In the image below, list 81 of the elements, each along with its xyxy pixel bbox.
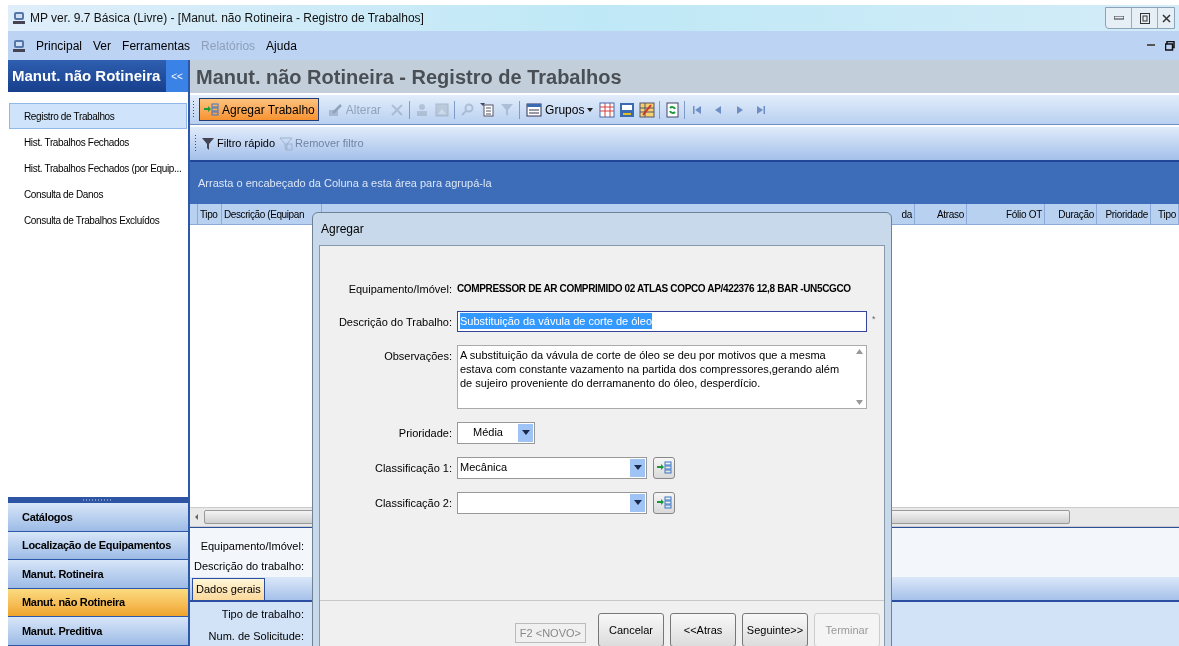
caret-icon [587,107,594,112]
collapse-button[interactable]: << [166,60,188,92]
group-hint: Arrasta o encabeçado da Coluna a esta área para agrupá-la [198,175,492,191]
nav-button[interactable]: Manut. não Rotineira [8,588,188,618]
column-header[interactable]: Tipo [1151,204,1179,224]
field-label: Prioridade: [397,425,452,441]
sidebar-item[interactable]: Consulta de Danos [9,181,187,207]
add-classification-button[interactable] [653,456,675,479]
dialog-button[interactable]: Cancelar [598,613,664,646]
nav-button[interactable]: Catálogos [8,503,188,532]
toolbar-grip [192,100,195,119]
field-label: Equipamento/Imóvel: [199,539,304,554]
caret-icon [633,500,642,505]
dropdown-field[interactable] [457,491,647,514]
caret-icon [521,430,530,435]
dialog-button[interactable]: Seguinte>> [742,613,808,646]
add-classification-button[interactable] [653,491,675,514]
dropdown-field[interactable]: Média [457,421,535,444]
menu-item[interactable]: Ver [93,36,112,55]
app-icon [12,38,26,53]
menu-item[interactable]: Ajuda [266,36,297,55]
sidebar-title: Manut. não Rotineira [11,65,162,86]
menu-item[interactable]: Ferramentas [122,36,191,55]
minimize-icon [1113,16,1124,20]
splitter-grip[interactable] [83,499,113,502]
sidebar-item[interactable]: Registro de Trabalhos [9,103,187,129]
nav-button[interactable]: Manut. Preditiva [8,617,188,646]
toolbar-grip [194,134,197,153]
page-title: Manut. não Rotineira - Registro de Trabalhos [196,64,622,90]
close-icon [1161,13,1171,23]
sidebar-item[interactable]: Consulta de Trabalhos Excluídos [9,207,187,233]
restore-icon[interactable] [1165,40,1175,51]
field-label: Observações: [383,348,452,364]
column-header[interactable]: Tipo [198,204,222,224]
required-mark: * [872,312,876,326]
field-label: Equipamento/Imóvel: [347,282,452,297]
minimize-icon[interactable] [1147,44,1155,47]
sidebar-item[interactable]: Hist. Trabalhos Fechados (por Equip... [9,155,187,181]
refresh-icon[interactable] [664,101,681,118]
column-header[interactable]: Fólio OT [967,204,1045,224]
save-grid-icon[interactable] [619,101,636,118]
scroll-down-icon[interactable] [855,399,863,405]
field-label: Classificação 1: [373,460,452,476]
remove-filter-icon [279,136,294,151]
restore-icon [1139,12,1150,24]
shortcut-hint: F2 <NOVO> [514,623,586,643]
filter-icon [201,136,215,151]
window-title: MP ver. 9.7 Básica (Livre) - [Manut. não Rotineira - Registro de Trabalhos] [30,10,424,27]
field-label: Tipo de trabalho: [220,607,304,622]
field-label: Classificação 2: [373,495,452,511]
table-icon [526,102,543,117]
column-chooser-icon[interactable] [479,101,496,118]
groups-dropdown[interactable]: Grupos [524,98,596,121]
observations-field[interactable]: A substituição da vávula de corte de óleo se deu por motivos que a mesma estava com constante vazamento na partida dos compressores,gerando além de sujeiro proveniente do derramanento do óleo, desperdício. [457,344,867,409]
menu-item[interactable]: Principal [36,36,83,55]
grid-icon[interactable] [599,101,616,118]
column-header[interactable]: Atraso [915,204,967,224]
field-label: Descrição do Trabalho: [337,314,452,330]
column-header[interactable]: da [893,204,915,224]
app-icon [12,11,26,25]
filter-button[interactable]: Filtro rápido [201,135,276,152]
tab[interactable]: Dados gerais [192,578,265,600]
column-header[interactable]: Duração [1045,204,1097,224]
edit-icon [326,102,343,117]
equipment-value: COMPRESSOR DE AR COMPRIMIDO 02 ATLAS COPCO AP/422376 12,8 BAR -UN5CGCO [457,282,851,296]
sidebar-item[interactable]: Hist. Trabalhos Fechados [9,129,187,155]
caret-icon [633,465,642,470]
column-header[interactable]: Prioridade [1097,204,1151,224]
nav-button[interactable]: Localização de Equipamentos [8,531,188,561]
field-label: Descrição do trabalho: [194,558,304,574]
nav-button[interactable]: Manut. Rotineira [8,560,188,589]
toolbar-button[interactable]: Agregar Trabalho [199,98,319,121]
edit-grid-icon[interactable] [639,101,656,118]
add-row-icon [203,103,219,116]
dialog-button[interactable]: <<Atras [670,613,736,646]
scroll-up-icon[interactable] [855,348,863,354]
field-label: Num. de Solicitude: [207,628,304,644]
add-row-icon [656,461,672,474]
dropdown-field[interactable]: Mecânica [457,456,647,479]
add-row-icon [656,496,672,509]
dialog-title: Agregar [321,221,364,238]
